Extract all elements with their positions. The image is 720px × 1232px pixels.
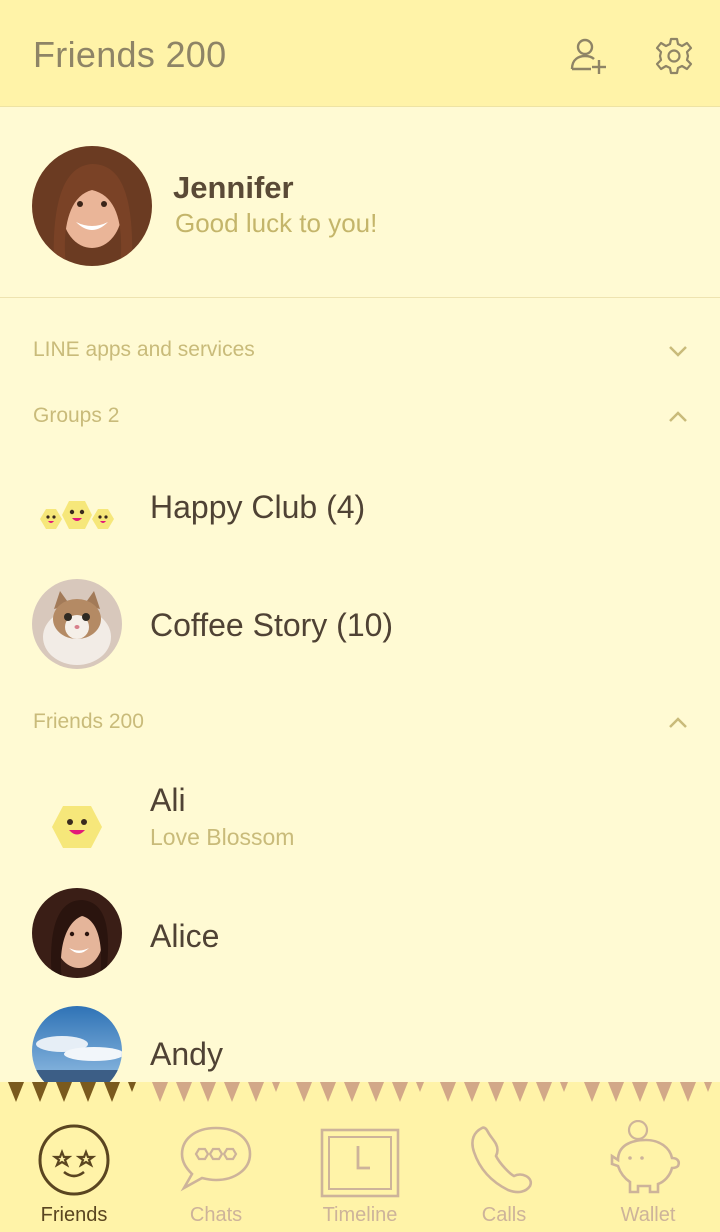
clock-icon [320, 1128, 400, 1198]
tab-label: Wallet [620, 1204, 676, 1226]
tab-label: Chats [189, 1204, 243, 1226]
group-name: Coffee Story (10) [150, 607, 394, 643]
gear-icon[interactable] [654, 36, 694, 76]
tab-friends[interactable]: Friends [2, 1112, 146, 1232]
tab-wallet[interactable]: Wallet [576, 1112, 720, 1232]
section-label: Groups 2 [33, 404, 120, 427]
tab-timeline[interactable]: Timeline [288, 1112, 432, 1232]
tab-label: Calls [481, 1204, 527, 1226]
friend-name: Andy [150, 1036, 223, 1072]
friend-name: Ali [150, 782, 186, 818]
group-row-happy-club[interactable]: Happy Club (4) [0, 453, 720, 563]
friend-row-ali[interactable]: Ali Love Blossom [0, 762, 720, 872]
piggy-bank-icon [610, 1120, 681, 1194]
section-friends[interactable]: Friends 200 [0, 698, 720, 748]
bunting-decoration [8, 1082, 712, 1102]
friend-avatar [32, 772, 122, 862]
profile-status-message: Good luck to you! [175, 208, 378, 238]
tab-calls[interactable]: Calls [432, 1112, 576, 1232]
friends-icon [38, 1124, 110, 1196]
profile-avatar[interactable] [32, 146, 152, 266]
chevron-up-icon [669, 717, 687, 728]
chat-bubble-icon [180, 1126, 252, 1192]
chevron-down-icon [669, 346, 687, 357]
chevron-up-icon [669, 411, 687, 422]
page-title: Friends 200 [33, 34, 227, 75]
section-label: LINE apps and services [33, 338, 255, 361]
bottom-tab-bar: Friends Chats Timeline Calls Wallet [0, 1082, 720, 1232]
friend-avatar [32, 888, 122, 978]
group-avatar [32, 579, 122, 669]
group-row-coffee-story[interactable]: Coffee Story (10) [0, 569, 720, 679]
friend-row-alice[interactable]: Alice [0, 878, 720, 988]
profile-name: Jennifer [173, 170, 294, 205]
group-avatar [32, 463, 122, 553]
app-header: Friends 200 [0, 0, 720, 107]
group-name: Happy Club (4) [150, 489, 366, 525]
add-friend-icon[interactable] [569, 36, 609, 76]
my-profile[interactable]: Jennifer Good luck to you! [0, 108, 720, 298]
friend-name: Alice [150, 918, 220, 954]
section-groups[interactable]: Groups 2 [0, 392, 720, 442]
section-label: Friends 200 [33, 710, 144, 733]
tab-label: Friends [40, 1204, 108, 1226]
tab-chats[interactable]: Chats [144, 1112, 288, 1232]
tab-label: Timeline [322, 1204, 398, 1226]
section-line-apps[interactable]: LINE apps and services [0, 326, 720, 376]
friend-status-message: Love Blossom [150, 824, 295, 850]
phone-icon [471, 1126, 533, 1194]
